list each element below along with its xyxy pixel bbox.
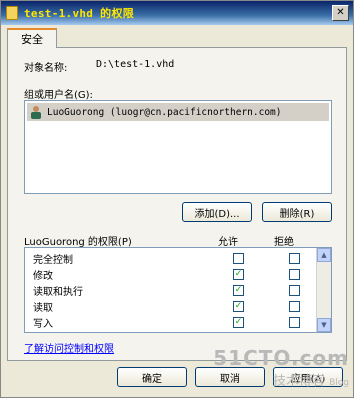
ok-button-label: 确定: [142, 373, 162, 385]
permissions-list[interactable]: 完全控制 修改 ✓ 读取和执行 ✓ 读取 ✓ 写入 ✓ ▲ ▼: [24, 247, 332, 333]
add-button[interactable]: 添加(D)...: [182, 202, 252, 222]
object-name-label: 对象名称:: [24, 63, 68, 74]
close-icon: ✕: [336, 7, 345, 18]
permission-name: 读取: [33, 302, 53, 314]
add-button-label: 添加(D)...: [194, 208, 240, 220]
arrow-up-icon: ▲: [321, 251, 327, 259]
window-title: test-1.vhd 的权限: [24, 7, 135, 20]
permissions-header: LuoGuorong 的权限(P): [24, 237, 132, 248]
allow-checkbox[interactable]: [233, 252, 244, 264]
folder-icon: [6, 6, 18, 20]
user-list-item[interactable]: LuoGuorong (luogr@cn.pacificnorthern.com…: [27, 103, 329, 121]
user-icon: [29, 105, 43, 119]
deny-checkbox[interactable]: [289, 252, 300, 264]
permissions-dialog: test-1.vhd 的权限 ✕ 安全 对象名称: D:\test-1.vhd …: [0, 0, 354, 398]
permission-row: 读取和执行 ✓: [25, 282, 317, 298]
tab-label: 安全: [21, 33, 43, 46]
permission-row: 完全控制: [25, 250, 317, 266]
permission-row: 读取 ✓: [25, 298, 317, 314]
title-bar[interactable]: test-1.vhd 的权限 ✕: [1, 1, 353, 25]
scroll-up-button[interactable]: ▲: [317, 248, 331, 262]
deny-checkbox[interactable]: [289, 300, 300, 312]
permission-name: 写入: [33, 318, 53, 330]
apply-button[interactable]: 应用(A): [273, 367, 343, 387]
apply-button-label: 应用(A): [290, 373, 326, 385]
user-name: LuoGuorong (luogr@cn.pacificnorthern.com…: [47, 106, 282, 118]
deny-checkbox[interactable]: [289, 268, 300, 280]
allow-column-header: 允许: [218, 237, 238, 248]
allow-checkbox[interactable]: ✓: [233, 316, 244, 328]
cancel-button[interactable]: 取消: [195, 367, 265, 387]
ok-button[interactable]: 确定: [117, 367, 187, 387]
permission-name: 读取和执行: [33, 286, 83, 298]
access-control-help-link[interactable]: 了解访问控制和权限: [24, 340, 114, 355]
deny-column-header: 拒绝: [274, 237, 294, 248]
allow-checkbox[interactable]: ✓: [233, 300, 244, 312]
remove-button-label: 删除(R): [279, 208, 315, 220]
object-name-value: D:\test-1.vhd: [96, 59, 175, 70]
permissions-scrollbar[interactable]: ▲ ▼: [316, 248, 331, 332]
permission-name: 修改: [33, 270, 53, 282]
arrow-down-icon: ▼: [321, 321, 327, 329]
allow-checkbox[interactable]: ✓: [233, 268, 244, 280]
deny-checkbox[interactable]: [289, 284, 300, 296]
tab-security[interactable]: 安全: [7, 28, 57, 48]
security-panel: 对象名称: D:\test-1.vhd 组或用户名(G): LuoGuorong…: [7, 47, 347, 361]
allow-checkbox[interactable]: ✓: [233, 284, 244, 296]
permission-row: 修改 ✓: [25, 266, 317, 282]
cancel-button-label: 取消: [220, 373, 240, 385]
remove-button[interactable]: 删除(R): [262, 202, 332, 222]
permission-row: 写入 ✓: [25, 314, 317, 330]
deny-checkbox[interactable]: [289, 316, 300, 328]
group-user-label: 组或用户名(G):: [24, 90, 93, 101]
scroll-down-button[interactable]: ▼: [317, 318, 331, 332]
close-button[interactable]: ✕: [332, 5, 349, 21]
user-list[interactable]: LuoGuorong (luogr@cn.pacificnorthern.com…: [24, 100, 332, 194]
permission-name: 完全控制: [33, 254, 73, 266]
